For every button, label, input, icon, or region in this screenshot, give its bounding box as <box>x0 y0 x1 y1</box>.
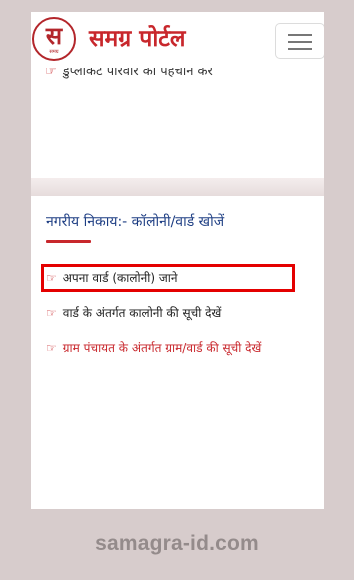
hamburger-menu-button[interactable] <box>275 23 324 59</box>
link-know-your-ward[interactable]: ☞ अपना वार्ड (कालोनी) जाने <box>46 268 178 288</box>
watermark-text: samagra-id.com <box>95 532 259 555</box>
colony-ward-search-section: नगरीय निकाय:- कॉलोनी/वार्ड खोजें ☞ अपना व… <box>31 196 324 509</box>
title-underline <box>46 240 91 243</box>
link-label: अपना वार्ड (कालोनी) जाने <box>62 271 178 285</box>
previous-link-label: डुप्लीकेट परिवार की पहचान करें <box>62 68 213 79</box>
link-village-ward-list-by-panchayat[interactable]: ☞ ग्राम पंचायत के अंतर्गत ग्राम/वार्ड की … <box>46 338 261 358</box>
logo-subtext: समग्र <box>49 49 59 55</box>
site-header: स समग्र समग्र पोर्टल <box>31 12 324 66</box>
hand-pointing-right-icon: ☞ <box>45 68 57 79</box>
hand-pointing-right-icon: ☞ <box>46 341 57 355</box>
section-divider <box>31 178 324 196</box>
phone-screen: स समग्र समग्र पोर्टल ☞ डुप्लीकेट परिवार क… <box>31 12 324 509</box>
hand-pointing-right-icon: ☞ <box>46 271 57 285</box>
logo-glyph: स <box>45 21 63 50</box>
link-label: वार्ड के अंतर्गत कालोनी की सूची देखें <box>62 306 222 320</box>
brand-title[interactable]: समग्र पोर्टल <box>89 24 186 54</box>
previous-section-link[interactable]: ☞ डुप्लीकेट परिवार की पहचान करें <box>45 68 315 88</box>
hand-pointing-right-icon: ☞ <box>46 306 57 320</box>
link-colony-list-by-ward[interactable]: ☞ वार्ड के अंतर्गत कालोनी की सूची देखें <box>46 303 221 323</box>
section-title: नगरीय निकाय:- कॉलोनी/वार्ड खोजें <box>46 214 225 230</box>
link-label: ग्राम पंचायत के अंतर्गत ग्राम/वार्ड की स… <box>62 341 262 355</box>
samagra-logo[interactable]: स समग्र <box>32 17 76 61</box>
